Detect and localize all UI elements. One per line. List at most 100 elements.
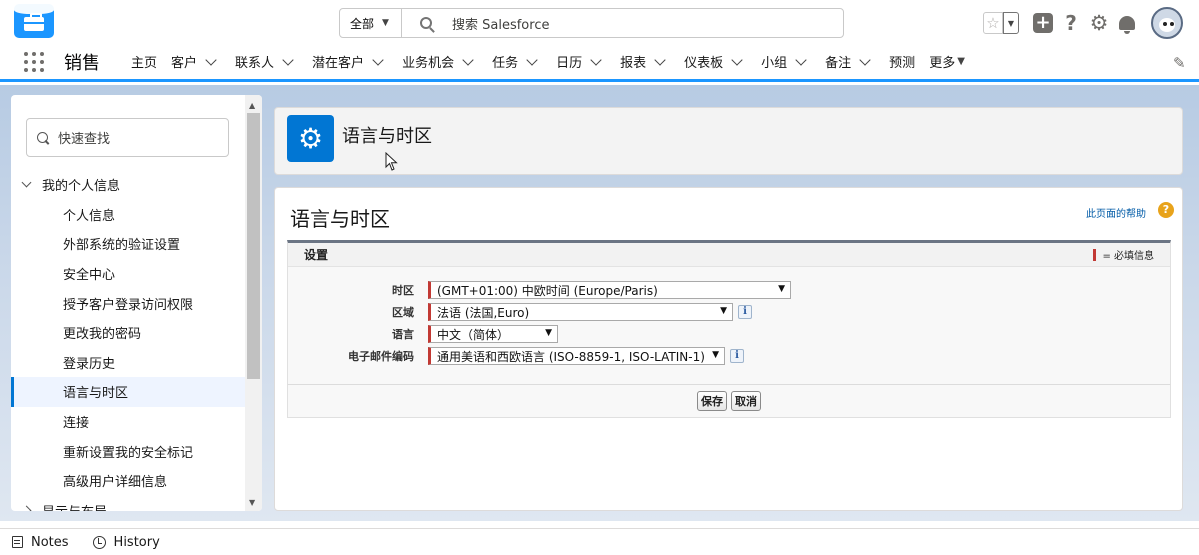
chevron-down-icon[interactable] bbox=[731, 53, 743, 66]
mouse-pointer-icon bbox=[385, 152, 398, 171]
favorites-dropdown-button[interactable]: ▼ bbox=[1003, 12, 1019, 34]
section-title: 设置 bbox=[304, 248, 329, 262]
utility-history[interactable]: History bbox=[92, 535, 160, 550]
setup-gear-icon[interactable]: ⚙ bbox=[1088, 11, 1110, 35]
form-row-email-encoding: 电子邮件编码 通用美语和西欧语言 (ISO-8859-1, ISO-LATIN-… bbox=[288, 346, 744, 366]
sidebar-scrollbar[interactable]: ▲ ▼ bbox=[245, 95, 262, 511]
language-select[interactable]: 中文（简体） ▼ bbox=[428, 325, 558, 343]
quick-find-input[interactable]: 快速查找 bbox=[26, 118, 229, 157]
global-search: 全部 ▼ 搜索 Salesforce bbox=[339, 8, 844, 38]
tree-item-change-password[interactable]: 更改我的密码 bbox=[11, 318, 245, 348]
briefcase-logo-icon[interactable] bbox=[14, 4, 54, 38]
nav-label: 任务 bbox=[492, 56, 519, 71]
tree-item-personal-info[interactable]: 个人信息 bbox=[11, 200, 245, 230]
chevron-down-icon[interactable] bbox=[795, 53, 807, 66]
nav-item-home[interactable]: 主页 bbox=[124, 44, 164, 79]
plus-icon: + bbox=[1033, 13, 1053, 33]
scroll-down-arrow-icon[interactable]: ▼ bbox=[249, 498, 255, 507]
tree-item-connections[interactable]: 连接 bbox=[11, 407, 245, 437]
notes-icon bbox=[12, 536, 23, 548]
help-question-badge-icon[interactable]: ? bbox=[1158, 202, 1174, 218]
dropdown-arrow-icon: ▼ bbox=[712, 350, 719, 360]
tree-item-grant-login-access[interactable]: 授予客户登录访问权限 bbox=[11, 288, 245, 318]
utility-label: Notes bbox=[31, 534, 69, 550]
nav-item-contacts[interactable]: 联系人 bbox=[228, 44, 305, 79]
nav-item-more[interactable]: 更多 ▼ bbox=[922, 44, 972, 79]
quick-find-placeholder: 快速查找 bbox=[58, 132, 111, 147]
page-header: ⚙ 语言与时区 bbox=[274, 107, 1183, 175]
nav-label: 潜在客户 bbox=[312, 56, 365, 71]
select-value: 通用美语和西欧语言 (ISO-8859-1, ISO-LATIN-1) bbox=[437, 349, 705, 364]
nav-label: 报表 bbox=[620, 56, 647, 71]
nav-item-forecasts[interactable]: 预测 bbox=[882, 44, 922, 79]
search-icon bbox=[420, 17, 432, 29]
tree-section-my-personal-info[interactable]: 我的个人信息 bbox=[11, 170, 245, 200]
tree-item-login-history[interactable]: 登录历史 bbox=[11, 348, 245, 378]
favorite-star-icon[interactable]: ☆ bbox=[983, 12, 1003, 34]
field-label: 区域 bbox=[392, 306, 414, 319]
scroll-thumb[interactable] bbox=[247, 113, 260, 379]
tree-item-label: 重新设置我的安全标记 bbox=[63, 445, 194, 461]
chevron-down-icon[interactable] bbox=[526, 53, 538, 66]
global-actions-button[interactable]: + bbox=[1032, 12, 1054, 34]
tree-item-advanced-user-details[interactable]: 高级用户详细信息 bbox=[11, 466, 245, 496]
chevron-down-icon[interactable] bbox=[590, 53, 602, 66]
info-icon[interactable]: i bbox=[730, 349, 744, 363]
app-launcher-icon[interactable] bbox=[24, 51, 44, 72]
info-icon[interactable]: i bbox=[738, 305, 752, 319]
user-avatar[interactable] bbox=[1151, 7, 1183, 39]
settings-gear-icon: ⚙ bbox=[287, 115, 334, 162]
select-value: (GMT+01:00) 中欧时间 (Europe/Paris) bbox=[437, 283, 658, 298]
chevron-down-icon[interactable] bbox=[205, 53, 217, 66]
scroll-up-arrow-icon[interactable]: ▲ bbox=[249, 101, 255, 110]
global-header: 全部 ▼ 搜索 Salesforce ☆ ▼ + ? ⚙ bbox=[0, 0, 1199, 44]
nav-item-opportunities[interactable]: 业务机会 bbox=[395, 44, 485, 79]
tree-item-label: 高级用户详细信息 bbox=[63, 475, 168, 491]
nav-item-tasks[interactable]: 任务 bbox=[485, 44, 549, 79]
chevron-down-icon[interactable] bbox=[372, 53, 384, 66]
email-encoding-select[interactable]: 通用美语和西欧语言 (ISO-8859-1, ISO-LATIN-1) ▼ bbox=[428, 347, 725, 365]
nav-label: 业务机会 bbox=[402, 56, 455, 71]
tree-item-label: 授予客户登录访问权限 bbox=[63, 297, 194, 313]
edit-nav-pencil-icon[interactable]: ✎ bbox=[1173, 56, 1187, 71]
nav-item-accounts[interactable]: 客户 bbox=[164, 44, 228, 79]
search-icon bbox=[37, 132, 48, 143]
save-button[interactable]: 保存 bbox=[697, 391, 727, 411]
app-nav-bar: 销售 主页 客户 联系人 潜在客户 业务机会 任务 日历 报表 仪表板 小组 备… bbox=[0, 44, 1199, 82]
content-title: 语言与时区 bbox=[290, 207, 390, 231]
search-input[interactable]: 搜索 Salesforce bbox=[402, 9, 843, 37]
tree-item-label: 登录历史 bbox=[63, 356, 116, 372]
nav-item-dashboards[interactable]: 仪表板 bbox=[677, 44, 754, 79]
chevron-down-icon[interactable] bbox=[859, 53, 871, 66]
tree-item-reset-security-token[interactable]: 重新设置我的安全标记 bbox=[11, 436, 245, 466]
help-question-icon[interactable]: ? bbox=[1060, 11, 1082, 35]
cancel-button[interactable]: 取消 bbox=[731, 391, 761, 411]
nav-item-notes[interactable]: 备注 bbox=[818, 44, 882, 79]
dropdown-arrow-icon: ▼ bbox=[778, 284, 785, 294]
nav-item-reports[interactable]: 报表 bbox=[613, 44, 677, 79]
nav-item-leads[interactable]: 潜在客户 bbox=[305, 44, 395, 79]
nav-label: 小组 bbox=[761, 56, 788, 71]
required-legend-text: = 必填信息 bbox=[1102, 251, 1154, 262]
tree-item-label: 个人信息 bbox=[63, 208, 116, 224]
caret-down-icon: ▼ bbox=[957, 56, 965, 67]
button-bar: 保存 取消 bbox=[287, 384, 1171, 418]
help-for-page-link[interactable]: 此页面的帮助 bbox=[1086, 205, 1146, 220]
nav-item-groups[interactable]: 小组 bbox=[754, 44, 818, 79]
notifications-bell-icon[interactable] bbox=[1116, 12, 1138, 34]
select-value: 中文（简体） bbox=[437, 327, 510, 342]
tree-item-security-center[interactable]: 安全中心 bbox=[11, 259, 245, 289]
nav-item-calendar[interactable]: 日历 bbox=[549, 44, 613, 79]
tree-item-language-timezone[interactable]: 语言与时区 bbox=[11, 377, 245, 407]
chevron-down-icon[interactable] bbox=[462, 53, 474, 66]
locale-select[interactable]: 法语 (法国,Euro) ▼ bbox=[428, 303, 733, 321]
chevron-down-icon[interactable] bbox=[654, 53, 666, 66]
tree-item-auth-settings[interactable]: 外部系统的验证设置 bbox=[11, 229, 245, 259]
timezone-select[interactable]: (GMT+01:00) 中欧时间 (Europe/Paris) ▼ bbox=[428, 281, 791, 299]
form-row-language: 语言 中文（简体） ▼ bbox=[288, 324, 558, 344]
nav-label: 仪表板 bbox=[684, 56, 724, 71]
tree-section-display-layout[interactable]: 显示与布局 bbox=[11, 496, 245, 511]
utility-notes[interactable]: Notes bbox=[12, 535, 69, 550]
chevron-down-icon[interactable] bbox=[282, 53, 294, 66]
search-scope-select[interactable]: 全部 ▼ bbox=[340, 9, 402, 37]
